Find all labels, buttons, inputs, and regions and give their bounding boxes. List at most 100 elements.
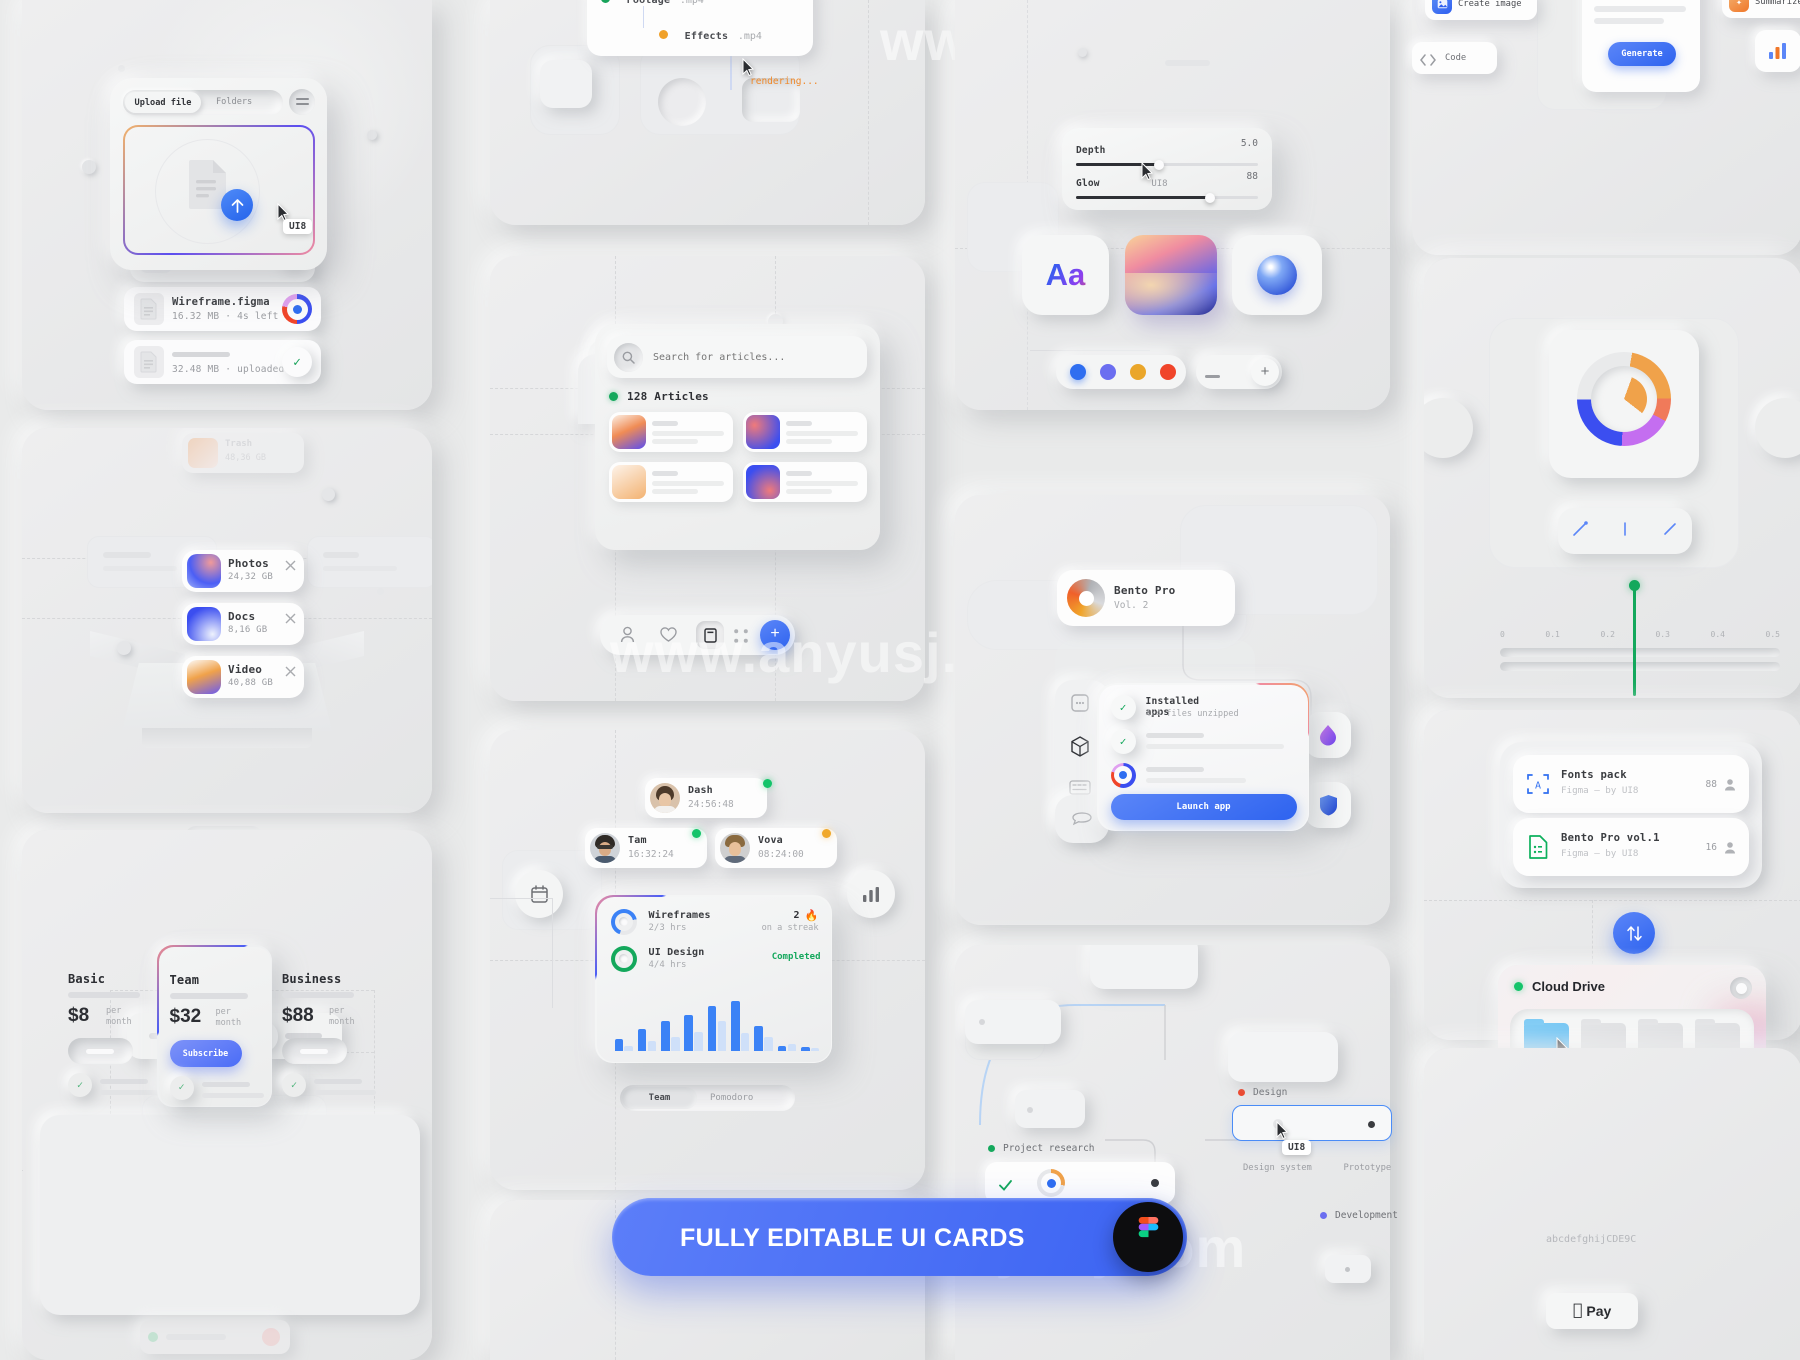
bento-shield-tile[interactable]	[1305, 782, 1351, 828]
menu-button[interactable]	[289, 89, 315, 115]
slider-row-glow[interactable]: Glow UI8 88	[1076, 171, 1258, 203]
render-ext-0: .mp4	[679, 0, 704, 6]
slider-thumb-depth[interactable]	[1154, 159, 1165, 170]
plan-card-business[interactable]: Business $88 per month ✓	[272, 955, 384, 1098]
plan-cta-business[interactable]	[282, 1038, 347, 1064]
article-card[interactable]	[609, 412, 733, 452]
plan-per-team: per	[215, 1006, 231, 1017]
storage-row-photos[interactable]: Photos 24,32 GB	[182, 550, 304, 592]
flow-node-design[interactable]: Design	[1238, 1087, 1287, 1098]
ai-chip-code[interactable]: Code	[1412, 42, 1497, 74]
slider-row-depth[interactable]: Depth 5.0	[1076, 138, 1258, 170]
toolbar-add-label: +	[770, 625, 780, 642]
storage-close-docs[interactable]	[285, 609, 296, 628]
plan-card-basic[interactable]: Basic $8 per month ✓	[58, 955, 170, 1098]
storage-name-docs: Docs	[228, 610, 256, 623]
swatch-3[interactable]	[1160, 364, 1176, 380]
swatch-0[interactable]	[1070, 364, 1086, 380]
installed-apps-card: ✓ Installed apps 4/4 files unzipped ✓ La…	[1097, 683, 1309, 831]
dropzone[interactable]: UI8	[123, 125, 315, 255]
ai-generate-button[interactable]: Generate	[1608, 42, 1676, 66]
toolbar-book-icon-btn[interactable]	[696, 621, 724, 649]
tab-folders-label[interactable]: Folders	[216, 97, 252, 107]
axis-tick-0: 0	[1500, 630, 1505, 639]
flow-tab-prototype[interactable]: Prototype	[1344, 1163, 1392, 1173]
style-tile-blob[interactable]	[1232, 235, 1322, 315]
tab-team[interactable]: Team	[622, 1087, 697, 1109]
pack-row-bento[interactable]: Bento Pro vol.1 Figma — by UI8 16	[1513, 818, 1749, 876]
task-row-wireframes[interactable]: Wireframes 2/3 hrs 2 🔥 on a streak	[610, 908, 823, 939]
member-chip-vova[interactable]: Vova 08:24:00	[715, 828, 837, 868]
tab-upload-file[interactable]: Upload file	[125, 92, 201, 113]
ai-chart-chip[interactable]	[1755, 30, 1800, 72]
bar-chart-icon	[863, 886, 879, 902]
upload-arrow-button[interactable]	[221, 189, 253, 221]
upload-file-row-2[interactable]: 32.48 MB · uploaded ✓	[124, 340, 321, 384]
storage-ghost-size: 48,36 GB	[225, 453, 266, 463]
cta-figma-badge[interactable]	[1113, 1202, 1183, 1272]
tool-line[interactable]	[1617, 521, 1633, 541]
cloud-drive-toggle[interactable]	[1730, 977, 1752, 999]
storage-close-photos[interactable]	[285, 556, 296, 575]
ai-chip-create-image[interactable]: Create image	[1425, 0, 1537, 20]
flow-tab-design-system[interactable]: Design system	[1243, 1163, 1312, 1173]
flow-node-research[interactable]: Project research	[988, 1143, 1095, 1154]
render-row-1[interactable]: Effects .mp4	[659, 24, 762, 43]
render-file-list: Footage .mp4 Effects .mp4	[587, 0, 813, 56]
storage-row-docs[interactable]: Docs 8,16 GB	[182, 603, 304, 645]
swatch-2[interactable]	[1130, 364, 1146, 380]
bento-icon-cube[interactable]	[1070, 736, 1090, 761]
search-input[interactable]	[653, 351, 855, 363]
swatch-1[interactable]	[1100, 364, 1116, 380]
tool-pen[interactable]	[1572, 521, 1589, 541]
slider-thumb-glow[interactable]	[1205, 192, 1216, 203]
toolbar-user-icon-btn[interactable]	[620, 626, 635, 647]
render-row-0[interactable]: Footage .mp4	[601, 0, 704, 7]
article-card[interactable]	[743, 462, 867, 502]
slider-value-glow: 88	[1246, 171, 1258, 182]
plan-card-team[interactable]: Team $32 per month Subscribe ✓	[157, 945, 272, 1107]
axis-tick-5: 0.5	[1765, 630, 1780, 639]
tool-slash[interactable]	[1662, 521, 1678, 541]
upload-file-row-1[interactable]: Wireframe.figma 16.32 MB · 4s left	[124, 287, 321, 331]
slider-value-depth: 5.0	[1240, 138, 1258, 149]
apple-icon: 	[1573, 1301, 1583, 1318]
article-card[interactable]	[609, 462, 733, 502]
search-icon-button[interactable]	[614, 342, 643, 372]
member-chip-dash[interactable]: Dash 24:56:48	[645, 778, 767, 818]
bento-icon-frame[interactable]	[1071, 694, 1089, 716]
cta-banner[interactable]: FULLY EDITABLE UI CARDS	[612, 1198, 1187, 1276]
apple-pay-chip[interactable]:  Pay	[1546, 1293, 1638, 1329]
launch-app-button[interactable]: Launch app	[1110, 793, 1297, 820]
toolbar-grid-icon-btn[interactable]	[734, 628, 748, 647]
storage-ghost-row: Trash 48,36 GB	[182, 433, 304, 473]
toolbar-heart-icon-btn[interactable]	[660, 627, 677, 646]
member-chip-tam[interactable]: Tam 16:32:24	[585, 828, 707, 868]
storage-close-video[interactable]	[285, 662, 296, 681]
style-tile-gradient[interactable]	[1125, 235, 1217, 315]
timer-chart-button[interactable]	[847, 870, 895, 918]
tab-pomodoro-label[interactable]: Pomodoro	[710, 1093, 753, 1103]
ai-chip-summarize[interactable]: ✦ Summarize	[1722, 0, 1800, 18]
bento-title-card[interactable]: Bento Pro Vol. 2	[1057, 570, 1235, 626]
stepper-minus[interactable]	[1196, 363, 1228, 382]
radial-playhead[interactable]	[1629, 580, 1640, 696]
storage-ghost-right	[307, 536, 432, 588]
search-bar[interactable]	[607, 336, 867, 378]
article-card[interactable]	[743, 412, 867, 452]
storage-row-video[interactable]: Video 40,88 GB	[182, 656, 304, 698]
plan-cta-basic[interactable]	[68, 1038, 133, 1064]
sync-button[interactable]	[1613, 912, 1655, 954]
style-tile-font[interactable]: Aa	[1022, 235, 1109, 315]
stepper-plus[interactable]: +	[1251, 358, 1279, 386]
chart-bar-group	[801, 989, 820, 1051]
task-row-ui-design[interactable]: UI Design 4/4 hrs Completed	[610, 945, 823, 976]
task-name-wireframes: Wireframes	[648, 909, 711, 921]
flow-selected-row[interactable]	[1232, 1105, 1392, 1141]
toolbar-add-button[interactable]: +	[760, 620, 790, 650]
bento-gem-tile[interactable]	[1305, 712, 1351, 758]
timer-calendar-button[interactable]	[515, 870, 563, 918]
plan-cta-team[interactable]: Subscribe	[169, 1039, 242, 1067]
pack-row-fonts[interactable]: A Fonts pack Figma — by UI8 88	[1513, 755, 1749, 813]
flow-node-development[interactable]: Development	[1320, 1210, 1398, 1221]
